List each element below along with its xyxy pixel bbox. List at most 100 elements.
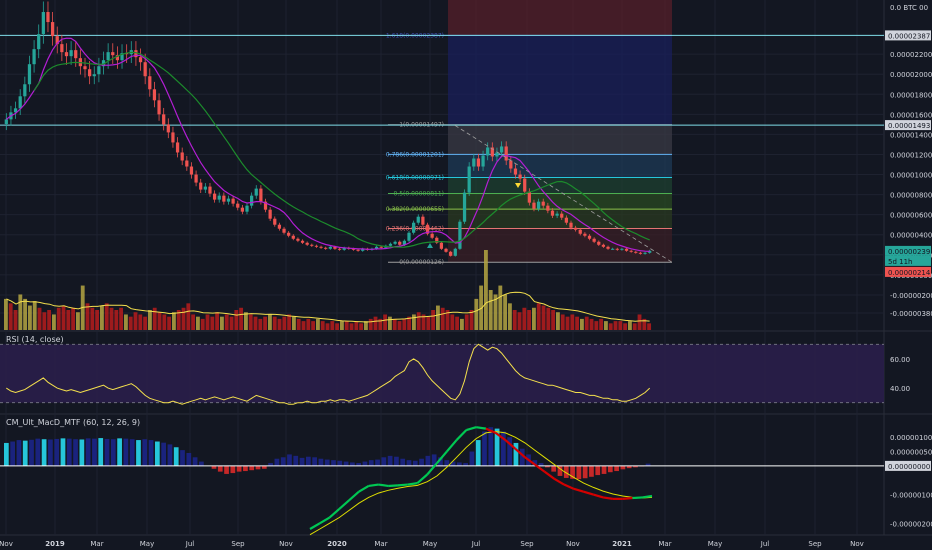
y-tick-label: 0.00001000 [890,172,932,180]
volume-bar [268,314,272,330]
volume-bar [527,310,532,330]
candle-body [624,248,629,251]
volume-bar [522,307,527,330]
candle-body [504,146,508,161]
candle-body [476,158,481,167]
fib-level-label: 0(0.00000126) [399,259,444,266]
x-tick-label: Sep [808,540,822,548]
volume-bar [162,314,167,330]
candle-body [527,191,531,203]
macd-histogram-bar [217,465,223,472]
macd-histogram-bar [186,452,192,466]
candle-body [634,251,638,253]
macd-histogram-bar [255,465,261,470]
macd-histogram-bar [79,439,85,466]
x-tick-label: Jul [185,540,195,548]
candle-body [499,146,504,153]
volume-bar [325,323,330,330]
fib-zone [448,35,672,125]
macd-histogram-bar [406,460,412,466]
candle-body [291,235,295,239]
volume-bar [440,307,445,330]
volume-bar [584,316,589,330]
candle-body [60,44,64,53]
macd-tick-label: -0.00000200 [890,520,932,528]
candle-body [296,238,300,241]
volume-bar [205,314,210,330]
candle-body [69,50,73,57]
macd-histogram-bar [48,439,53,466]
candle-body [620,248,624,250]
macd-line-segment [407,482,418,486]
macd-histogram-bar [387,455,393,466]
volume-bar [464,314,469,330]
y-tick-label: 0.00002000 [890,71,932,79]
volume-bar [613,321,618,330]
price-label-text: 0.00000214 [888,269,931,277]
macd-histogram-bar [551,465,557,472]
volume-bar [18,294,23,330]
volume-bar [556,312,560,330]
volume-bar [632,323,637,330]
volume-bar [157,312,162,330]
volume-bar [484,250,488,330]
volume-bar [599,318,604,330]
rsi-title[interactable]: RSI (14, close) [6,335,64,344]
macd-histogram-bar [249,465,255,471]
price-label-text: 5d 11h [888,258,912,266]
volume-bar [143,316,148,330]
volume-bar [412,314,416,330]
volume-bar [546,307,551,330]
currency-label[interactable]: 0.0 BTC 00 [890,4,928,12]
y-tick-label: -0.00000200 [890,292,932,300]
volume-bar [580,318,584,330]
volume-bar [431,310,436,330]
candle-body [305,242,309,245]
volume-bar [570,314,575,330]
volume-bar [416,312,421,330]
x-tick-label: 2020 [327,540,347,548]
macd-line-segment [602,496,614,500]
candle-body [189,166,194,175]
candle-body [462,192,467,222]
x-tick-label: May [708,540,722,548]
macd-histogram-bar [280,457,286,466]
x-tick-label: Mar [374,540,387,548]
macd-histogram-bar [614,465,619,472]
volume-bar [128,316,133,330]
candle-body [180,152,184,161]
fib-level-label: 0.786(0.00001201) [386,151,444,158]
macd-histogram-bar [324,459,330,466]
x-tick-label: Sep [520,540,534,548]
macd-title[interactable]: CM_Ult_MacD_MTF (60, 12, 26, 9) [6,418,140,427]
macd-histogram-bar [456,462,462,466]
x-tick-label: May [423,540,437,548]
macd-tick-label: 0.00000100 [890,434,932,442]
candle-body [282,228,286,233]
rsi-band [0,344,884,403]
volume-bar [100,305,104,330]
rsi-pane [0,343,884,405]
volume-bar [296,318,301,330]
x-tick-label: Nov [566,540,580,548]
candle-body [412,222,416,233]
macd-histogram-bar [513,442,519,466]
volume-bar [589,318,594,330]
candle-body [421,216,425,225]
fib-zone [448,209,672,229]
candle-body [236,203,240,208]
fib-level-label: 0.5(0.00000811) [394,191,445,198]
candle-body [319,246,323,248]
chart-canvas[interactable]: 1.618(0.00002387)1(0.00001497)0.786(0.00… [0,0,932,550]
volume-bar [536,303,541,330]
candle-body [41,12,45,35]
macd-histogram-bar [305,456,311,466]
candle-body [300,240,305,243]
volume-bar [196,316,200,330]
fib-level-label: 0.382(0.00000655) [386,206,444,213]
volume-bar [373,316,378,330]
candle-body [550,210,555,216]
candle-body [217,195,221,200]
volume-bar [450,314,455,330]
volume-bar [618,321,623,330]
